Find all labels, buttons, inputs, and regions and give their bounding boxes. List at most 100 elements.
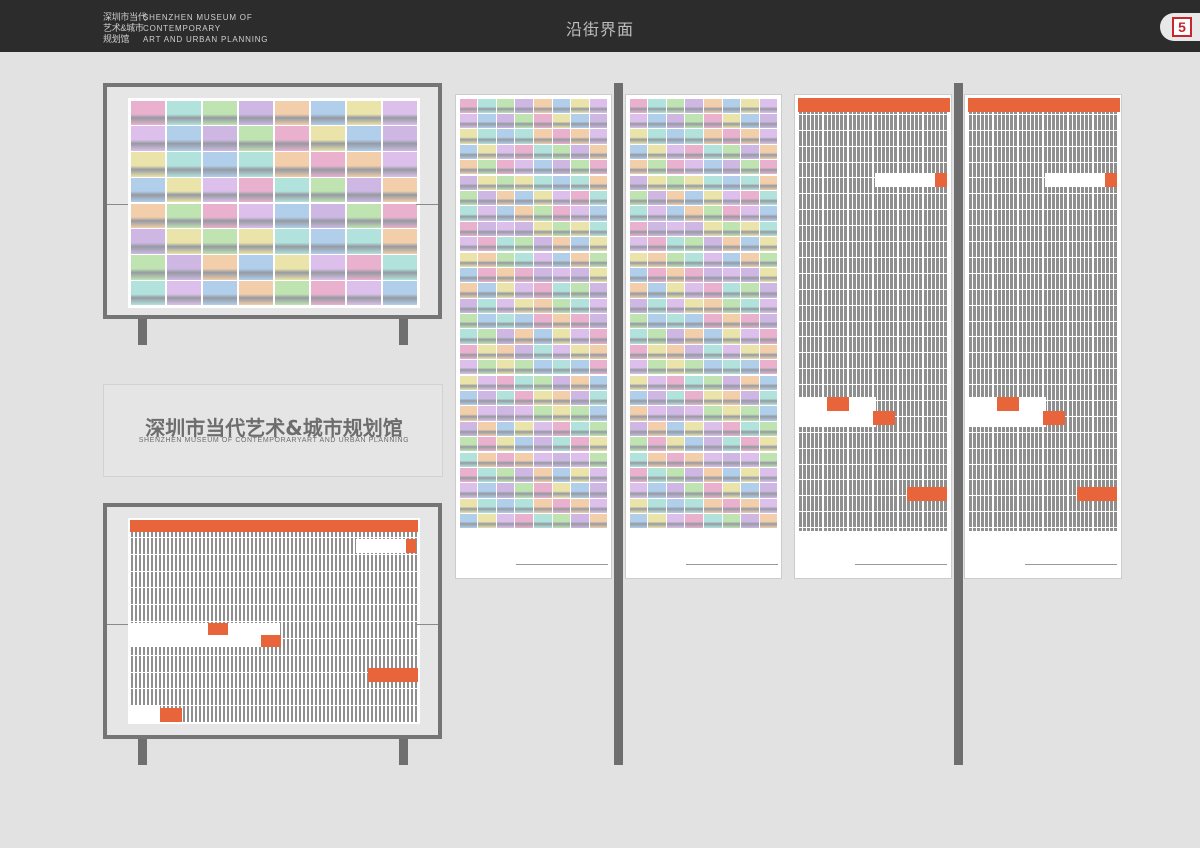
image-tile: [722, 437, 741, 452]
image-tile: [741, 237, 759, 252]
image-tile: [648, 113, 666, 129]
image-tile: [515, 421, 533, 437]
image-tile: [666, 498, 685, 513]
image-tile: [685, 283, 703, 298]
image-tile: [741, 360, 759, 375]
image-tile: [666, 375, 685, 390]
image-tile: [166, 203, 202, 229]
image-tile: [759, 514, 778, 529]
image-tile: [496, 98, 515, 113]
image-tile: [496, 113, 515, 129]
image-tile: [534, 206, 552, 221]
image-tile: [534, 298, 552, 313]
image-tile: [571, 206, 589, 221]
image-tile: [571, 283, 589, 298]
image-tile: [202, 280, 238, 306]
image-tile: [741, 252, 759, 267]
image-tile: [534, 514, 552, 529]
image-tile: [515, 298, 533, 313]
image-tile: [741, 314, 759, 329]
image-tile: [459, 175, 478, 190]
image-tile: [589, 144, 608, 159]
image-tile: [629, 113, 648, 129]
image-tile: [741, 498, 759, 513]
image-tile: [741, 391, 759, 406]
image-tile: [346, 126, 382, 151]
image-tile: [496, 298, 515, 313]
image-tile: [629, 144, 648, 159]
image-tile: [459, 406, 478, 421]
orange-accent-block: [935, 173, 947, 187]
image-tile: [552, 221, 571, 236]
image-tile: [759, 375, 778, 390]
image-tile: [552, 98, 571, 113]
orange-accent-block: [1043, 411, 1065, 425]
image-tile: [130, 255, 166, 280]
image-tile: [629, 468, 648, 483]
orange-accent-block: [997, 397, 1019, 411]
image-tile: [741, 298, 759, 313]
image-tile: [496, 360, 515, 375]
image-tile: [459, 160, 478, 175]
image-tile: [130, 152, 166, 177]
banner-tiles-left: [455, 94, 612, 579]
image-tile: [166, 100, 202, 126]
image-tile: [704, 329, 722, 344]
image-tile: [741, 190, 759, 206]
image-tile: [478, 421, 496, 437]
image-tile: [238, 203, 274, 229]
orange-accent-block: [827, 397, 849, 411]
image-tile: [722, 267, 741, 283]
billboard-tiles-panel: [128, 98, 420, 308]
image-tile: [310, 152, 346, 177]
logo-button[interactable]: 5: [1160, 13, 1200, 41]
image-tile: [759, 190, 778, 206]
banner-pole: [614, 83, 623, 765]
image-tile: [534, 314, 552, 329]
image-tile: [666, 514, 685, 529]
image-tile: [478, 375, 496, 390]
image-tile: [496, 237, 515, 252]
image-tile: [459, 221, 478, 236]
image-tile: [666, 98, 685, 113]
image-tile: [589, 437, 608, 452]
image-tile: [666, 329, 685, 344]
image-tile: [459, 437, 478, 452]
image-tile: [478, 360, 496, 375]
image-tile: [346, 152, 382, 177]
image-tile: [310, 177, 346, 203]
image-tile: [648, 237, 666, 252]
image-tile: [534, 452, 552, 467]
billboard-frame-tiles: [103, 83, 442, 319]
image-tile: [722, 206, 741, 221]
image-tile: [534, 113, 552, 129]
image-tile: [534, 360, 552, 375]
image-tile: [496, 391, 515, 406]
image-tile: [722, 144, 741, 159]
image-tile: [629, 314, 648, 329]
image-tile: [648, 406, 666, 421]
image-tile: [515, 237, 533, 252]
image-tile: [571, 129, 589, 144]
image-tile: [629, 437, 648, 452]
image-tile: [346, 203, 382, 229]
image-tile: [552, 360, 571, 375]
image-tile: [478, 98, 496, 113]
image-tile: [571, 452, 589, 467]
image-tile: [741, 267, 759, 283]
image-tile: [534, 237, 552, 252]
image-tile: [274, 229, 310, 254]
image-tile: [666, 221, 685, 236]
image-tile: [704, 468, 722, 483]
image-tile: [722, 483, 741, 498]
image-tile: [238, 280, 274, 306]
image-tile: [534, 190, 552, 206]
image-tile: [459, 144, 478, 159]
image-tile: [704, 314, 722, 329]
image-tile: [571, 406, 589, 421]
image-tile: [685, 190, 703, 206]
image-tile: [496, 283, 515, 298]
museum-caption-card: 深圳市当代艺术&城市规划馆 SHENZHEN MUSEUM OF CONTEMP…: [103, 384, 443, 477]
image-tile: [666, 437, 685, 452]
image-tile: [589, 498, 608, 513]
